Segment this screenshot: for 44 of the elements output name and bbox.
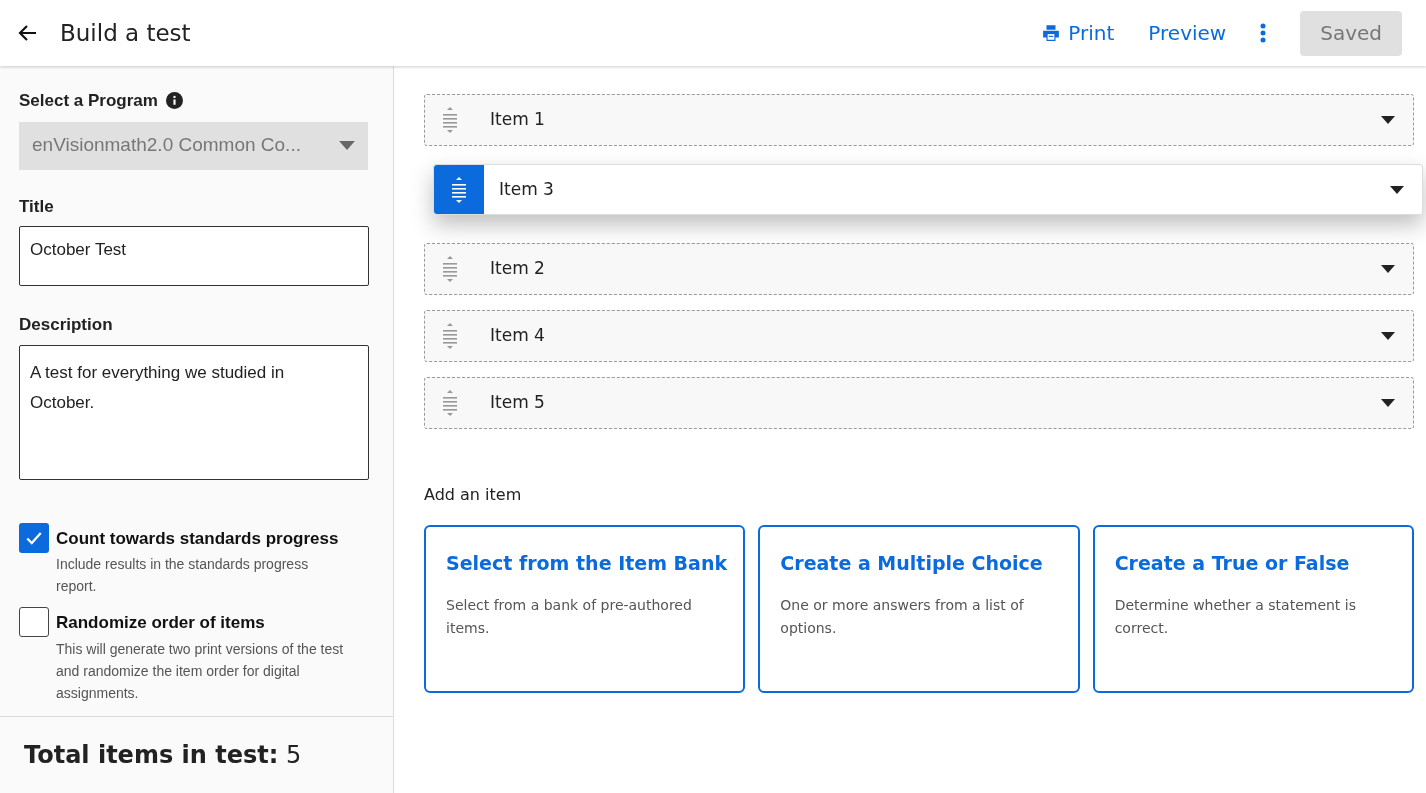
title-input[interactable]: October Test [19,226,369,286]
caret-icon[interactable] [1381,399,1395,407]
field-label: Select a Program [19,90,158,112]
drag-handle-icon[interactable] [434,165,484,214]
card-description: Select from a bank of pre-authored items. [446,595,693,638]
card-description: Determine whether a statement is correct. [1114,595,1357,638]
item-row[interactable]: Item 3 [433,164,1423,215]
option-hint: This will generate two print versions of the test and randomize the item order for digital assignments. [56,639,345,703]
item-label: Item 3 [499,177,554,201]
option-hint: Include results in the standards progress report. [56,555,310,596]
preview-button[interactable]: Preview [1148,18,1227,48]
item-row[interactable]: Item 2 [424,243,1414,295]
add-item-card[interactable]: Select from the Item Bank Select from a bank of pre-authored items. [424,525,746,693]
item-row[interactable]: Item 4 [424,310,1414,362]
card-description: One or more answers from a list of options. [780,595,1025,638]
info-icon [165,92,183,110]
item-label: Item 5 [490,391,545,415]
checkbox-label: Count towards standards progress [56,527,340,550]
card-title: Create a Multiple Choice [780,551,1044,576]
add-item-card[interactable]: Create a Multiple Choice One or more answers from a list of options. [758,525,1080,693]
caret-icon[interactable] [1381,265,1395,273]
more-options-icon[interactable] [1260,23,1267,43]
item-row[interactable]: Item 5 [424,377,1414,429]
section-heading: Add an item [424,484,523,506]
caret-icon [339,141,355,150]
checkbox[interactable] [19,522,49,553]
total-items-count: Total items in test: 5 [24,740,302,771]
field-label: Title [19,195,55,218]
caret-icon[interactable] [1390,185,1404,194]
caret-icon[interactable] [1381,116,1395,124]
print-button[interactable]: Print [1042,18,1115,48]
checkbox-label: Randomize order of items [56,612,266,634]
description-input[interactable]: A test for everything we studied in October. [19,344,369,480]
item-row[interactable]: Item 1 [424,94,1414,146]
page-title: Build a test [60,18,191,48]
field-label: Description [19,314,114,336]
caret-icon[interactable] [1381,332,1395,340]
item-label: Item 1 [490,108,545,132]
add-item-card[interactable]: Create a True or False Determine whether a statement is correct. [1092,525,1414,693]
item-label: Item 2 [490,257,545,281]
checkbox[interactable] [19,607,49,637]
card-title: Create a True or False [1114,551,1351,576]
item-label: Item 4 [490,324,545,348]
printer-icon [1042,24,1061,42]
